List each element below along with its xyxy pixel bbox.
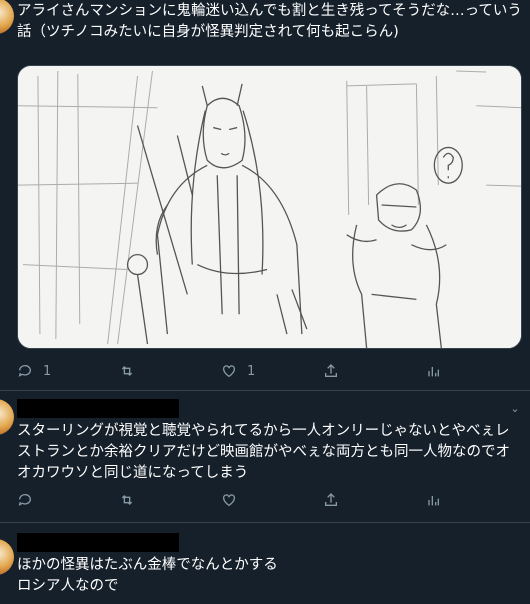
heart-icon	[223, 365, 235, 378]
analytics-icon	[428, 367, 439, 377]
redacted-username	[17, 533, 179, 552]
share-icon	[325, 493, 337, 506]
avatar[interactable]	[0, 0, 14, 34]
like-button[interactable]: 1	[221, 361, 255, 381]
retweet-button[interactable]	[119, 490, 145, 510]
share-button[interactable]	[323, 490, 339, 510]
avatar[interactable]	[0, 539, 14, 575]
tweet[interactable]: ほかの怪異はたぶん金棒でなんとかする ロシア人なので	[0, 523, 530, 604]
analytics-button[interactable]	[425, 490, 441, 510]
reply-button[interactable]	[17, 490, 43, 510]
tweet-text: アライさんマンションに鬼輪迷い込んでも割と生き残ってそうだな…っていう話（ツチノ…	[17, 3, 522, 40]
share-icon	[325, 364, 337, 377]
tweet-text: ほかの怪異はたぶん金棒でなんとかする ロシア人なので	[17, 557, 278, 594]
share-button[interactable]	[323, 361, 339, 381]
analytics-icon	[428, 496, 439, 506]
tweet[interactable]: ⌄ スターリングが視覚と聴覚やられてるから一人オンリーじゃないとやべぇレストラン…	[0, 391, 530, 522]
analytics-button[interactable]	[425, 361, 441, 381]
retweet-icon	[121, 495, 133, 505]
chevron-down-icon: ⌄	[510, 402, 520, 415]
tweet-actions	[17, 490, 517, 510]
heart-icon	[223, 494, 235, 507]
sketch-illustration	[18, 66, 521, 348]
tweet-actions: 1 1	[17, 361, 517, 381]
avatar[interactable]	[0, 399, 14, 435]
more-options-button[interactable]: ⌄	[510, 402, 520, 415]
retweet-button[interactable]	[119, 361, 145, 381]
reply-button[interactable]: 1	[17, 361, 51, 381]
like-button[interactable]	[221, 490, 247, 510]
reply-icon	[18, 494, 31, 506]
reply-count: 1	[43, 363, 52, 379]
tweet-text: スターリングが視覚と聴覚やられてるから一人オンリーじゃないとやべぇレストランとか…	[17, 423, 510, 481]
retweet-icon	[121, 366, 133, 376]
like-count: 1	[247, 363, 256, 379]
reply-icon	[18, 365, 31, 377]
redacted-username	[17, 399, 179, 418]
tweet-image[interactable]	[17, 65, 522, 349]
tweet[interactable]: アライさんマンションに鬼輪迷い込んでも割と生き残ってそうだな…っていう話（ツチノ…	[0, 0, 530, 391]
